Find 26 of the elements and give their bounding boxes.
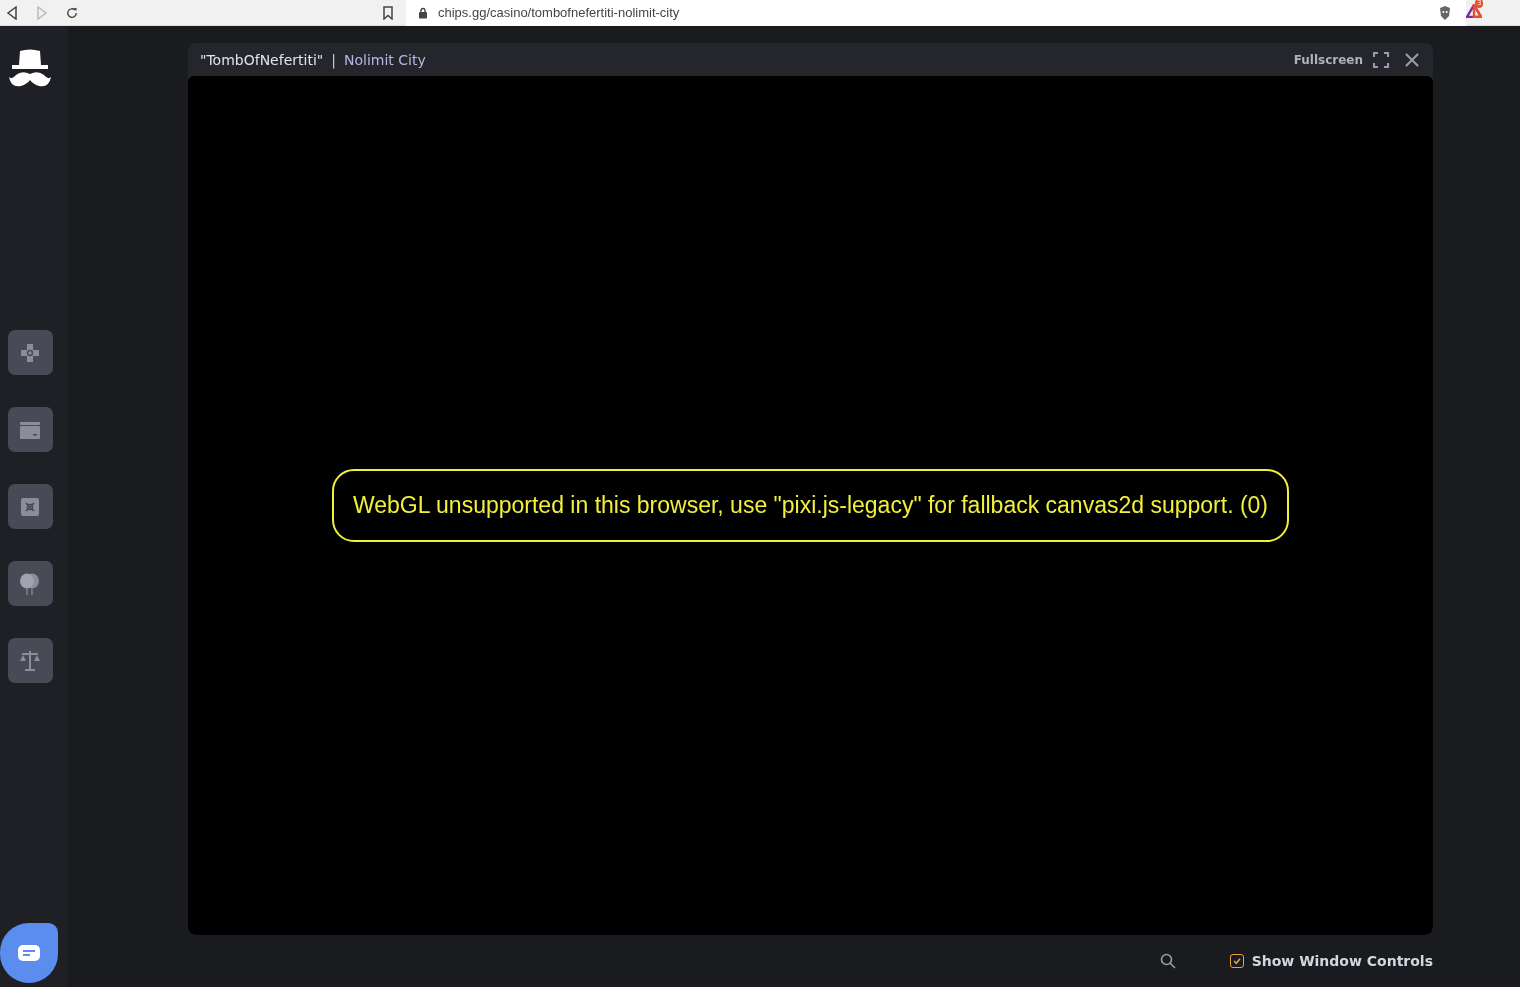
checkmark-icon <box>1231 956 1242 966</box>
fullscreen-button[interactable]: Fullscreen <box>1293 52 1363 67</box>
chat-button[interactable] <box>0 923 58 983</box>
back-icon[interactable] <box>6 5 18 20</box>
lock-icon <box>418 6 428 19</box>
balloons-icon <box>18 571 42 596</box>
bookmark-icon[interactable] <box>382 5 394 20</box>
error-message: WebGL unsupported in this browser, use "pixi.js-legacy" for fallback canvas2d support. (0) <box>331 469 1290 542</box>
checkbox[interactable] <box>1229 954 1244 968</box>
title-separator: | <box>331 51 336 68</box>
address-bar[interactable]: chips.gg/casino/tombofnefertiti-nolimit-city <box>406 0 1466 26</box>
game-title: "TombOfNefertiti" <box>200 51 324 68</box>
scales-nav-button[interactable] <box>7 638 53 683</box>
close-icon[interactable] <box>1405 52 1419 67</box>
chat-bubble-icon <box>17 944 41 962</box>
scales-icon <box>18 648 42 673</box>
balloons-nav-button[interactable] <box>7 561 53 606</box>
reload-icon[interactable] <box>66 5 78 20</box>
fullscreen-icon[interactable] <box>1373 51 1389 68</box>
checkbox-label[interactable]: Show Window Controls <box>1251 953 1433 969</box>
search-icon[interactable] <box>1159 953 1176 969</box>
gamepad-nav-button[interactable] <box>7 330 53 375</box>
wallet-nav-button[interactable] <box>7 407 53 452</box>
lion-shield-icon[interactable] <box>1438 4 1452 21</box>
safe-nav-button[interactable] <box>7 484 53 529</box>
provider-name[interactable]: Nolimit City <box>343 51 426 68</box>
